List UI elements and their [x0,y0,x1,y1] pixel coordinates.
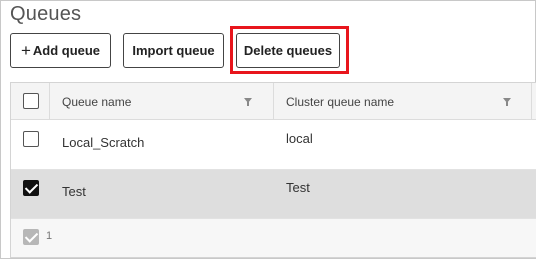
column-header-cluster-queue-name[interactable]: Cluster queue name [286,95,394,109]
column-divider [49,83,50,120]
row-checkbox-checked[interactable] [23,180,39,196]
delete-queues-label: Delete queues [243,43,333,58]
grid-header: Queue name Cluster queue name [11,83,536,120]
import-queue-button[interactable]: Import queue [123,33,224,68]
selected-count-checkbox-icon [23,229,39,245]
import-queue-label: Import queue [132,43,215,58]
filter-icon[interactable] [503,98,511,106]
column-header-queue-name[interactable]: Queue name [62,95,131,109]
queues-grid: Queue name Cluster queue name Local_Scra… [10,82,536,258]
plus-icon: + [20,41,31,60]
column-divider[interactable] [273,83,274,120]
table-row[interactable]: Local_Scratch local [11,120,536,170]
cluster-queue-name-cell: local [286,131,313,146]
page-title: Queues [10,3,82,25]
table-row-selected[interactable]: Test Test [11,170,536,219]
delete-queues-button[interactable]: Delete queues [236,33,340,68]
add-queue-button[interactable]: + Add queue [10,33,111,68]
row-checkbox[interactable] [23,131,39,147]
selected-count: 1 [46,230,53,242]
queue-name-cell: Local_Scratch [62,135,145,150]
grid-footer: 1 [11,219,536,257]
queue-name-cell: Test [62,184,86,199]
select-all-checkbox[interactable] [23,93,39,109]
filter-icon[interactable] [244,98,252,106]
column-divider[interactable] [531,83,532,120]
cluster-queue-name-cell: Test [286,180,310,195]
add-queue-label: Add queue [32,43,101,58]
